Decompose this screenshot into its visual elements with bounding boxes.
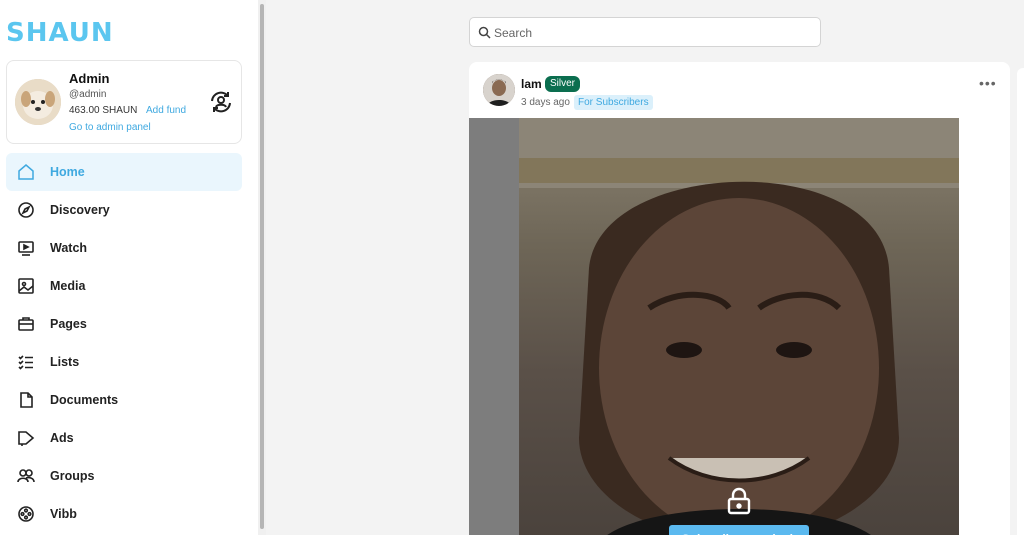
profile-name[interactable]: Admin [69,71,109,86]
nav-item-vibb[interactable]: Vibb [6,495,242,533]
nav-item-label: Watch [50,241,88,255]
search-input[interactable] [494,23,814,43]
nav-item-label: Ads [50,431,74,445]
adjacent-panel-edge [1017,68,1024,535]
search-icon [478,26,491,39]
image-icon [17,277,35,295]
switch-account-icon[interactable] [208,89,234,115]
avatar[interactable] [15,79,61,125]
home-icon [17,163,35,181]
nav-item-discovery[interactable]: Discovery [6,191,242,229]
film-reel-icon [17,505,35,523]
membership-badge: Silver [545,76,581,92]
post-photo [519,118,959,535]
nav-item-label: Media [50,279,86,293]
sidebar: SHAUN Admin @admin 463.00 SHAUN Add fund… [0,0,258,535]
nav-item-groups[interactable]: Groups [6,457,242,495]
admin-panel-link[interactable]: Go to admin panel [69,122,151,133]
nav-item-documents[interactable]: Documents [6,381,242,419]
video-icon [17,239,35,257]
sidebar-scrollbar[interactable] [258,0,266,535]
app-logo[interactable]: SHAUN [6,18,114,48]
users-icon [17,467,35,485]
locked-media: Subscribe to unlock [469,118,959,535]
search-bar[interactable] [469,17,821,47]
main-nav: Home Discovery Watch Media Pages Lists D… [6,153,242,533]
subscribe-to-unlock-button[interactable]: Subscribe to unlock [669,525,809,535]
document-icon [17,391,35,409]
nav-item-label: Discovery [50,203,110,217]
profile-card: Admin @admin 463.00 SHAUN Add fund Go to… [6,60,242,144]
post-author-avatar[interactable] [483,74,515,106]
nav-item-pages[interactable]: Pages [6,305,242,343]
nav-item-label: Documents [50,393,119,407]
nav-item-label: Vibb [50,507,77,521]
nav-item-ads[interactable]: Ads [6,419,242,457]
briefcase-icon [17,315,35,333]
post-timestamp[interactable]: 3 days ago [521,97,570,108]
post-card: lam Silver 3 days ago For Subscribers ••… [469,62,1010,535]
nav-item-media[interactable]: Media [6,267,242,305]
profile-handle: @admin [69,89,107,100]
profile-balance: 463.00 SHAUN [69,105,138,116]
add-fund-link[interactable]: Add fund [146,105,186,116]
post-author-name[interactable]: lam [521,77,542,91]
lock-icon [724,486,754,516]
more-options-icon[interactable]: ••• [979,75,997,91]
nav-item-watch[interactable]: Watch [6,229,242,267]
checklist-icon [17,353,35,371]
scrollbar-thumb[interactable] [260,4,264,529]
nav-item-label: Lists [50,355,80,369]
nav-item-home[interactable]: Home [6,153,242,191]
audience-badge: For Subscribers [574,95,653,110]
compass-icon [17,201,35,219]
nav-item-label: Home [50,165,85,179]
nav-item-lists[interactable]: Lists [6,343,242,381]
megaphone-icon [17,429,35,447]
nav-item-label: Groups [50,469,95,483]
nav-item-label: Pages [50,317,87,331]
